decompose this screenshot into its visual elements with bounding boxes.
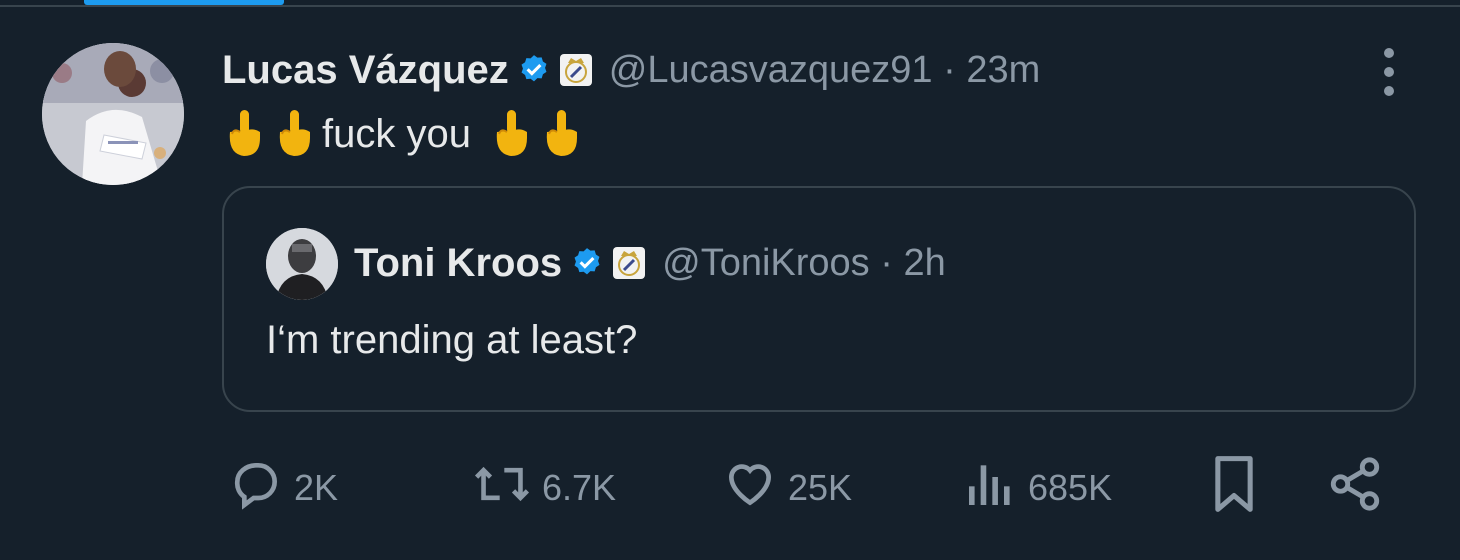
views-icon [962, 456, 1018, 521]
like-button[interactable]: 25K [722, 456, 852, 520]
quoted-author-avatar[interactable] [266, 228, 338, 300]
tweet-actions-bar: 2K 6.7K 25K 685K [222, 450, 1402, 530]
bookmark-button[interactable] [1206, 454, 1262, 523]
quoted-tweet-card[interactable]: Toni Kroos @ToniKroos · 2h I‘m trending … [222, 186, 1416, 412]
reply-button[interactable]: 2K [228, 456, 338, 520]
verified-icon [517, 53, 551, 87]
like-count: 25K [788, 467, 853, 508]
top-divider [0, 5, 1460, 7]
author-name[interactable]: Lucas Vázquez [222, 48, 509, 93]
like-icon [722, 456, 778, 521]
bookmark-icon [1206, 454, 1262, 523]
reply-icon [228, 456, 284, 521]
views-count: 685K [1028, 467, 1113, 508]
verified-icon [570, 246, 604, 280]
club-badge-icon [559, 53, 593, 87]
club-badge-icon [612, 246, 646, 280]
quoted-author-handle[interactable]: @ToniKroos · 2h [662, 242, 946, 285]
author-avatar[interactable] [42, 43, 184, 185]
tweet-text: fuck you [222, 104, 589, 164]
tweet-time[interactable]: · 23m [943, 49, 1040, 91]
reply-count: 2K [294, 467, 339, 508]
quoted-tweet-header: Toni Kroos @ToniKroos · 2h [354, 236, 946, 290]
middle-finger-emoji [222, 108, 266, 160]
tweet-header: Lucas Vázquez @Lucasvazquez91 · 23m [222, 44, 1040, 96]
retweet-count: 6.7K [542, 467, 617, 508]
retweet-icon [472, 456, 532, 521]
more-icon[interactable] [1372, 48, 1406, 96]
views-button[interactable]: 685K [962, 456, 1112, 520]
author-handle[interactable]: @Lucasvazquez91 · 23m [609, 49, 1040, 92]
active-tab-indicator [84, 0, 284, 5]
middle-finger-emoji [272, 108, 316, 160]
middle-finger-emoji [539, 108, 583, 160]
quoted-tweet-time[interactable]: · 2h [880, 242, 945, 284]
retweet-button[interactable]: 6.7K [472, 456, 616, 520]
share-button[interactable] [1326, 456, 1384, 520]
quoted-tweet-text: I‘m trending at least? [266, 318, 638, 362]
share-icon [1326, 455, 1384, 522]
middle-finger-emoji [489, 108, 533, 160]
quoted-author-name[interactable]: Toni Kroos [354, 241, 562, 286]
tweet-body: fuck you [322, 111, 471, 156]
